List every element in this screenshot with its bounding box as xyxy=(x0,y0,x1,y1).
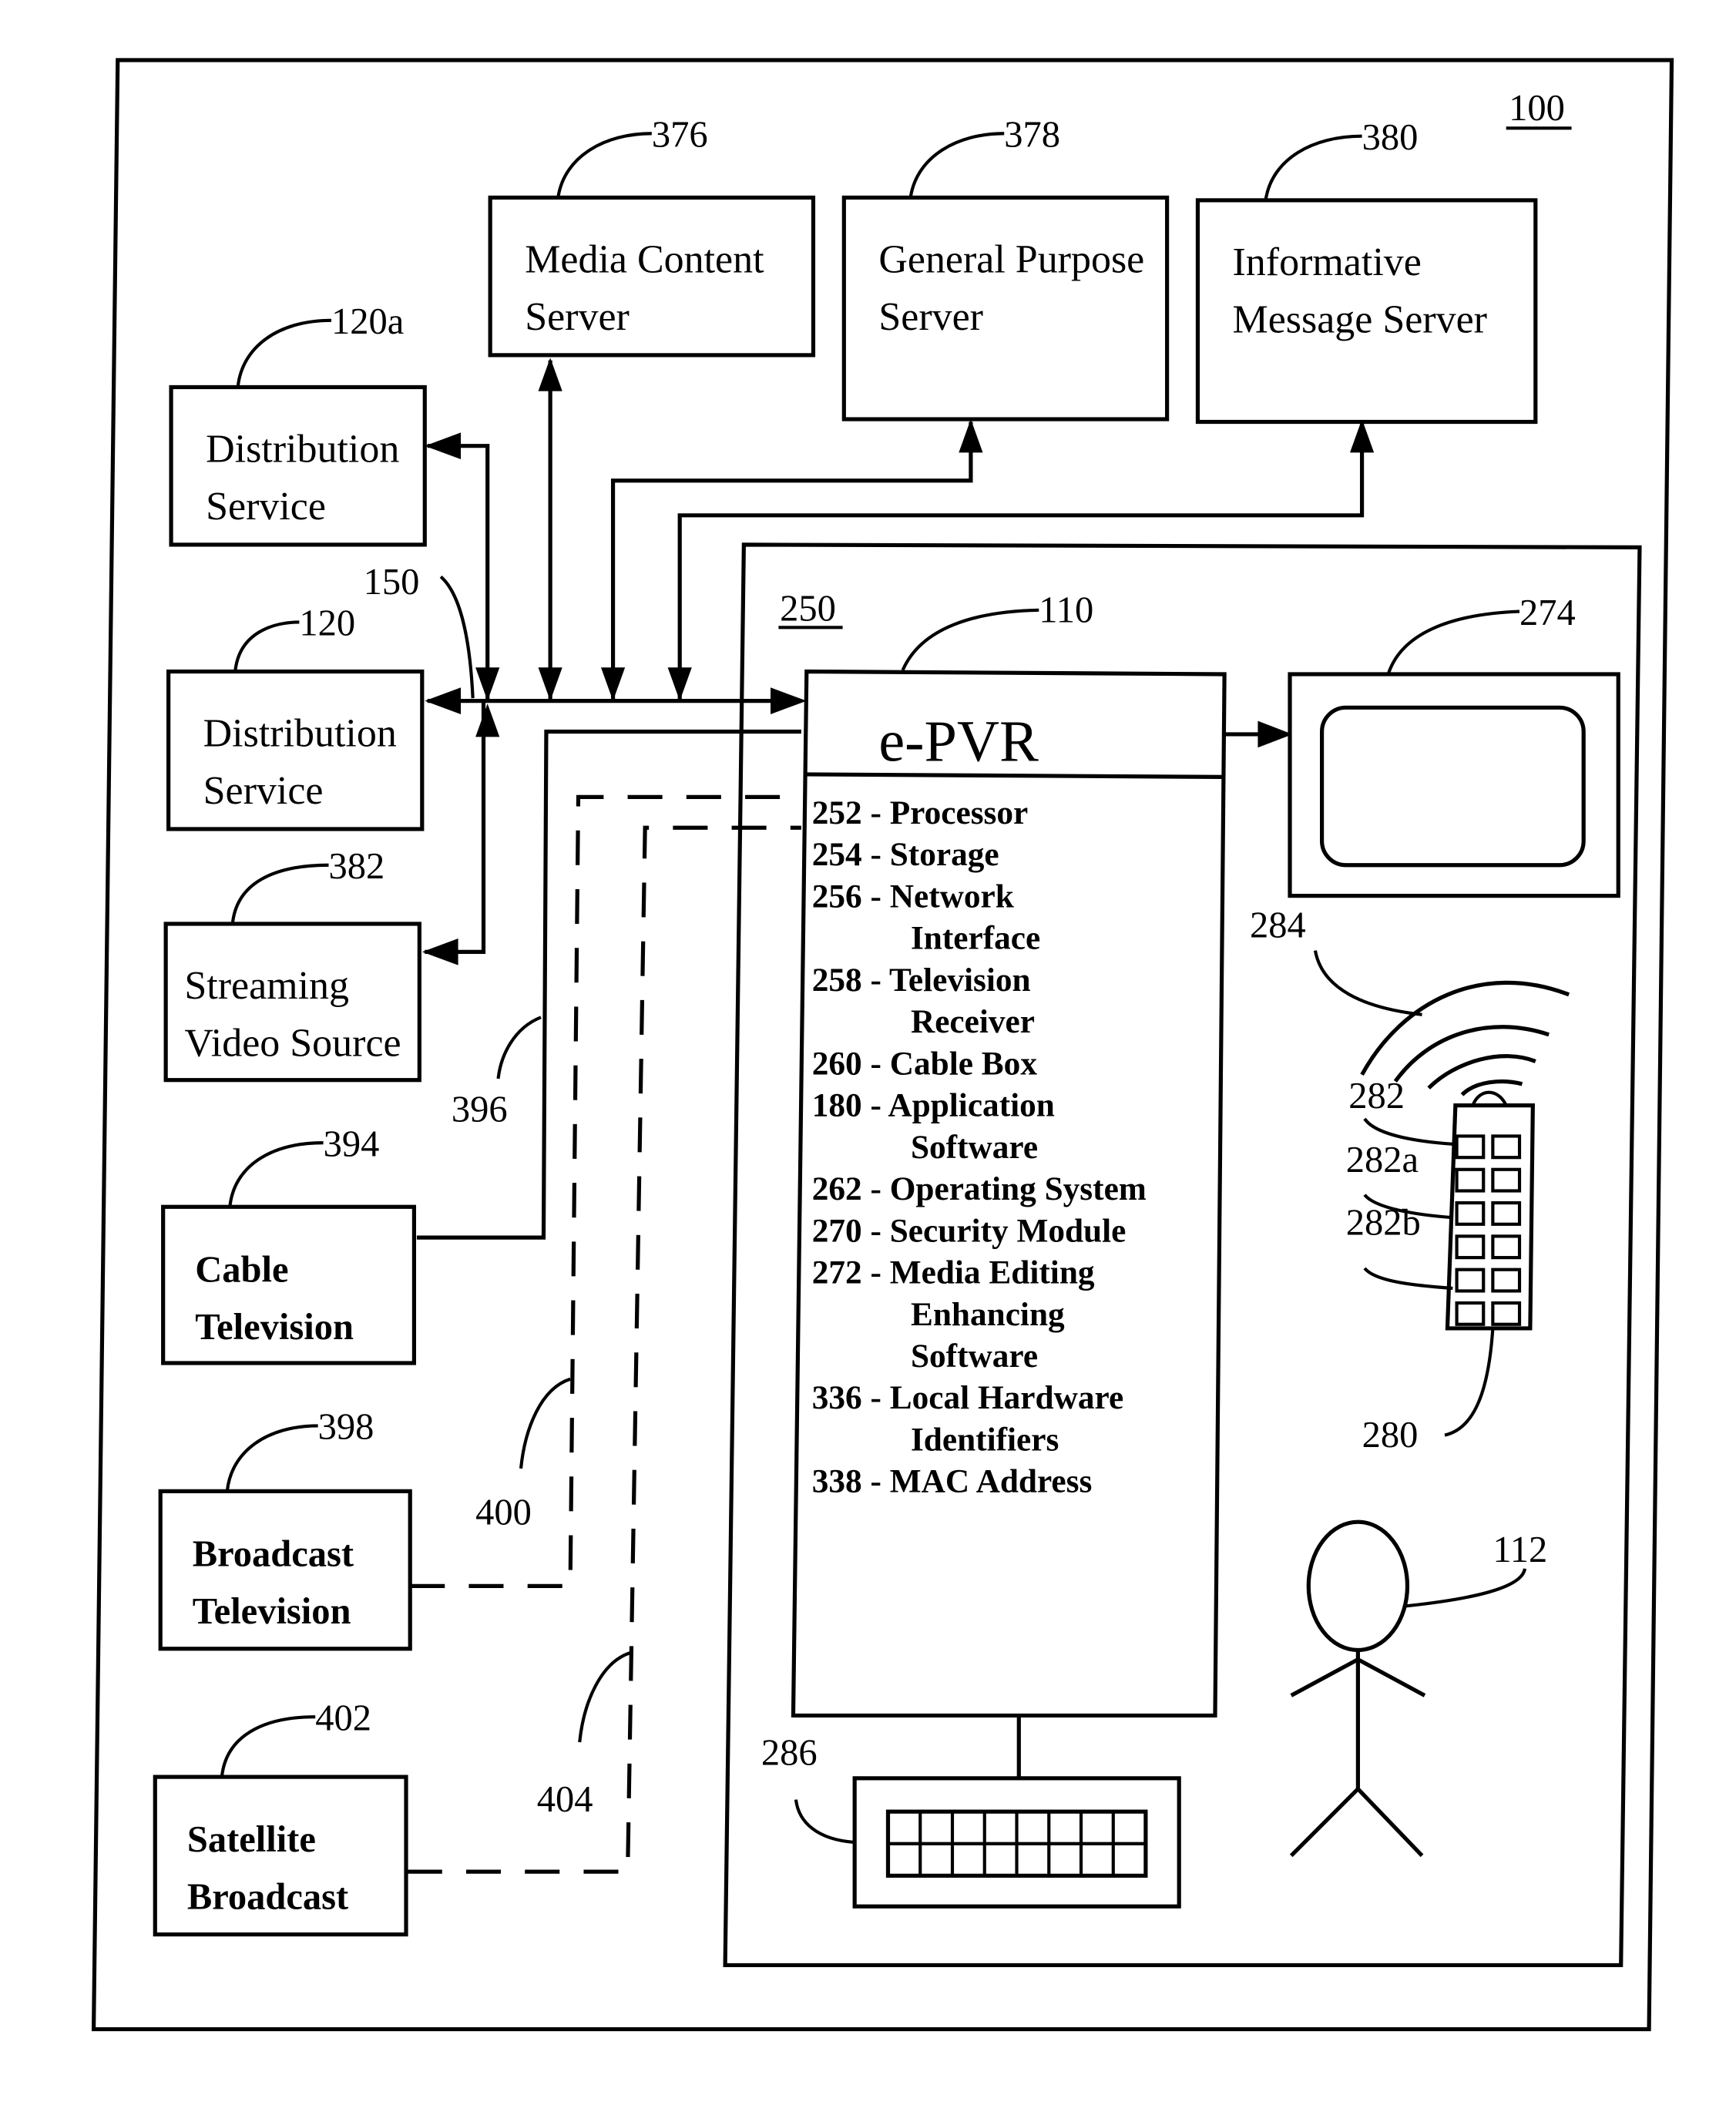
source-label-line: Television xyxy=(193,1591,351,1632)
source-ref-label: 120 xyxy=(299,603,355,644)
broadcast-link-ref-label: 400 xyxy=(475,1493,532,1533)
source-box: 398 Broadcast Television xyxy=(158,1407,412,1651)
source-ref-label: 394 xyxy=(324,1123,380,1164)
epvr-component-item: Software xyxy=(911,1338,1038,1375)
cable-link xyxy=(416,729,801,1240)
server-box: 380 Informative Message Server xyxy=(1195,117,1538,425)
server-label-line: Server xyxy=(525,295,630,339)
system-ref-label: 100 xyxy=(1509,88,1565,129)
television xyxy=(1288,609,1620,898)
server-label-line: Informative xyxy=(1233,240,1422,284)
satellite-link xyxy=(407,825,801,1874)
remote-ref-label: 280 xyxy=(1362,1415,1419,1456)
remote-buttons-ref-label: 282 xyxy=(1348,1076,1405,1116)
remote-button-a-ref-label: 282a xyxy=(1346,1140,1419,1180)
remote-button-b-ref-label: 282b xyxy=(1346,1203,1421,1244)
epvr-component-item: 338 - MAC Address xyxy=(812,1463,1093,1500)
epvr-to-tv-arrowhead xyxy=(1258,720,1293,748)
epvr-component-item: Software xyxy=(911,1129,1038,1166)
source-ref-label: 120a xyxy=(331,301,404,342)
server-box: 378 General Purpose Server xyxy=(841,115,1170,421)
epvr-component-item: 256 - Network xyxy=(812,878,1015,915)
cable-link-ref-label: 396 xyxy=(452,1089,508,1130)
epvr-component-item: Identifiers xyxy=(911,1421,1059,1458)
satellite-link-ref-label: 404 xyxy=(537,1779,593,1820)
satellite-link-leader xyxy=(578,1650,631,1743)
user-ref-label: 112 xyxy=(1493,1529,1547,1570)
epvr-component-item: 336 - Local Hardware xyxy=(812,1379,1123,1416)
source-label-line: Broadcast xyxy=(187,1877,348,1918)
broadcast-link-leader xyxy=(519,1377,571,1469)
source-label-line: Television xyxy=(195,1307,354,1348)
user-stick-figure xyxy=(1289,1519,1527,1858)
local-environment-ref-label: 250 xyxy=(780,589,836,630)
server-label-line: Server xyxy=(878,295,983,339)
epvr-component-item: 180 - Application xyxy=(812,1087,1055,1124)
epvr-component-item: 254 - Storage xyxy=(812,836,999,873)
source-ref-label: 398 xyxy=(318,1407,374,1448)
epvr-component-item: 272 - Media Editing xyxy=(812,1254,1095,1291)
source-label-line: Satellite xyxy=(187,1819,316,1860)
source-label-line: Distribution xyxy=(206,427,399,471)
signal-ref-label: 284 xyxy=(1250,905,1306,945)
keyboard xyxy=(794,1715,1181,1909)
source-label-line: Broadcast xyxy=(193,1533,354,1574)
source-ref-label: 402 xyxy=(315,1697,371,1738)
network-ref-label: 150 xyxy=(364,562,420,603)
source-box: 120 Distribution Service xyxy=(166,603,425,831)
wireless-signal-icon xyxy=(1313,950,1570,1096)
epvr-ref-label: 110 xyxy=(1039,589,1093,630)
epvr-component-item: 270 - Security Module xyxy=(812,1212,1127,1249)
epvr-title: e-PVR xyxy=(878,710,1039,774)
epvr-component-item: 262 - Operating System xyxy=(812,1170,1147,1207)
server-box: 376 Media Content Server xyxy=(488,115,816,358)
epvr-component-item: Interface xyxy=(911,920,1040,957)
source-ref-label: 382 xyxy=(329,846,385,887)
epvr-component-item: 252 - Processor xyxy=(812,794,1029,831)
server-ref-label: 376 xyxy=(652,115,708,156)
server-label-line: Media Content xyxy=(525,237,764,281)
source-label-line: Cable xyxy=(195,1249,288,1290)
source-label-line: Service xyxy=(203,769,324,813)
epvr-component-item: 258 - Television xyxy=(812,962,1031,999)
source-box: 382 Streaming Video Source xyxy=(163,846,421,1083)
server-label-line: General Purpose xyxy=(878,237,1144,281)
patent-figure: 100 250 150 376 Media Content Server 378 Gen… xyxy=(91,58,1674,2032)
television-ref-label: 274 xyxy=(1519,593,1576,633)
epvr-component-item: 260 - Cable Box xyxy=(812,1045,1038,1082)
cable-link-leader xyxy=(496,1016,542,1080)
epvr-component-item: Enhancing xyxy=(911,1296,1065,1333)
source-box: 120a Distribution Service xyxy=(169,301,427,547)
source-label-line: Service xyxy=(206,485,326,529)
source-label-line: Streaming xyxy=(184,964,349,1008)
keyboard-ref-label: 286 xyxy=(761,1733,818,1774)
source-label-line: Distribution xyxy=(203,712,397,756)
source-box: 394 Cable Television xyxy=(161,1123,417,1365)
source-label-line: Video Source xyxy=(184,1022,401,1066)
source-box: 402 Satellite Broadcast xyxy=(153,1697,408,1937)
server-ref-label: 378 xyxy=(1004,115,1060,156)
server-ref-label: 380 xyxy=(1362,117,1419,158)
epvr-component-item: Receiver xyxy=(911,1003,1035,1040)
broadcast-link xyxy=(410,794,801,1588)
server-label-line: Message Server xyxy=(1233,297,1487,341)
